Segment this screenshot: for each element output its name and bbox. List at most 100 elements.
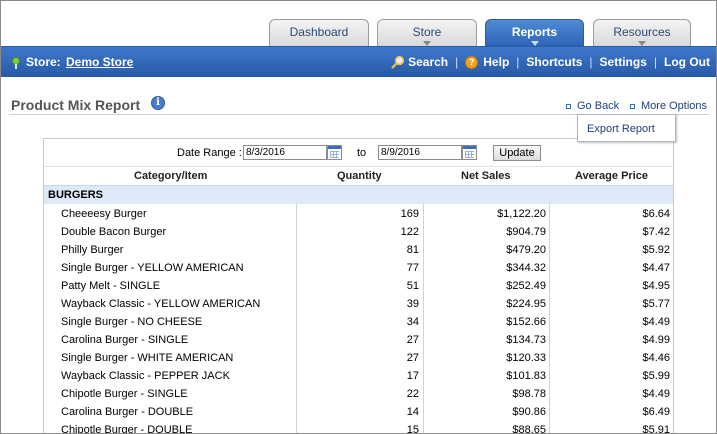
go-back-link[interactable]: Go Back xyxy=(566,100,619,112)
nav-links: Search | ? Help | Shortcuts | Settings |… xyxy=(391,55,710,69)
item-name: Double Bacon Burger xyxy=(61,226,167,238)
average-price-cell: $6.64 xyxy=(642,208,670,220)
start-date-input[interactable] xyxy=(243,145,327,160)
quantity-cell: 27 xyxy=(406,334,419,346)
table-row: Single Burger - YELLOW AMERICAN 77 $344.32… xyxy=(44,258,673,276)
item-name: Single Burger - NO CHEESE xyxy=(61,316,203,328)
bullet-square-icon xyxy=(630,103,635,109)
quantity-cell: 14 xyxy=(406,406,419,418)
item-name: Carolina Burger - SINGLE xyxy=(61,334,189,346)
info-icon[interactable]: i xyxy=(151,96,165,110)
category-label: BURGERS xyxy=(48,189,104,201)
average-price-cell: $4.46 xyxy=(642,352,670,364)
table-body: Cheeeesy Burger 169 $1,122.20 $6.64 Double B… xyxy=(44,204,673,434)
quantity-cell: 81 xyxy=(406,244,419,256)
quantity-cell: 122 xyxy=(400,226,419,238)
quantity-cell: 39 xyxy=(406,298,419,310)
table-row: Single Burger - NO CHEESE 34 $152.66 $4.49 xyxy=(44,312,673,330)
table-header: Category/Item Quantity Net Sales Average… xyxy=(44,166,673,185)
nav-divider: | xyxy=(589,55,593,69)
average-price-cell: $5.92 xyxy=(642,244,670,256)
table-row: Patty Melt - SINGLE 51 $252.49 $4.95 xyxy=(44,276,673,294)
table-row: Wayback Classic - PEPPER JACK 17 $101.83 $5… xyxy=(44,366,673,384)
tab-reports-label: Reports xyxy=(511,25,558,39)
help-link-label: Help xyxy=(483,55,510,69)
app-window: Dashboard Store Reports Resources Store:… xyxy=(0,0,717,434)
store-label: Store: xyxy=(26,55,61,69)
net-sales-cell: $252.49 xyxy=(506,280,546,292)
quantity-cell: 169 xyxy=(400,208,419,220)
table-row: Philly Burger 81 $479.20 $5.92 xyxy=(44,240,673,258)
average-price-cell: $4.99 xyxy=(642,334,670,346)
nav-divider: | xyxy=(653,55,658,69)
average-price-cell: $7.42 xyxy=(642,226,670,238)
date-range-label: Date Range : xyxy=(177,147,242,159)
search-link[interactable]: Search xyxy=(391,55,448,69)
tab-store[interactable]: Store xyxy=(377,19,477,47)
item-name: Wayback Classic - PEPPER JACK xyxy=(61,370,230,382)
update-button[interactable]: Update xyxy=(493,145,541,161)
table-row: Chipotle Burger - DOUBLE 15 $88.65 $5.91 xyxy=(44,420,673,434)
item-name: Philly Burger xyxy=(61,244,124,256)
end-date-input[interactable] xyxy=(378,145,462,160)
tab-dashboard[interactable]: Dashboard xyxy=(269,19,369,47)
average-price-cell: $4.95 xyxy=(642,280,670,292)
average-price-cell: $5.77 xyxy=(642,298,670,310)
net-sales-cell: $904.79 xyxy=(506,226,546,238)
settings-link[interactable]: Settings xyxy=(600,55,647,69)
item-name: Wayback Classic - YELLOW AMERICAN xyxy=(61,298,261,310)
quantity-cell: 51 xyxy=(406,280,419,292)
more-options-link[interactable]: More Options xyxy=(630,100,707,112)
table-row: Cheeeesy Burger 169 $1,122.20 $6.64 xyxy=(44,204,673,222)
table-row: Single Burger - WHITE AMERICAN 27 $120.33 $… xyxy=(44,348,673,366)
column-header: Quantity xyxy=(337,170,382,182)
tab-reports[interactable]: Reports xyxy=(485,19,584,47)
page-title: Product Mix Report xyxy=(11,97,141,113)
store-name-link[interactable]: Demo Store xyxy=(66,55,133,69)
net-sales-cell: $98.78 xyxy=(512,388,546,400)
column-header: Average Price xyxy=(575,170,648,182)
help-icon: ? xyxy=(465,55,479,69)
top-navbar: Store: Demo Store Search | ? Help | Shor… xyxy=(1,46,716,77)
store-pin-icon xyxy=(12,57,20,69)
net-sales-cell: $152.66 xyxy=(506,316,546,328)
average-price-cell: $5.91 xyxy=(642,424,670,434)
calendar-icon[interactable] xyxy=(462,145,477,160)
bullet-square-icon xyxy=(566,103,571,109)
net-sales-cell: $90.86 xyxy=(512,406,546,418)
tab-resources-label: Resources xyxy=(613,25,671,39)
report-panel: Date Range : to Update Category/Item Qua… xyxy=(43,138,674,434)
net-sales-cell: $88.65 xyxy=(512,424,546,434)
shortcuts-link[interactable]: Shortcuts xyxy=(526,55,582,69)
tab-dashboard-label: Dashboard xyxy=(289,25,349,39)
tab-bar: Dashboard Store Reports Resources xyxy=(1,1,716,47)
category-header: BURGERS xyxy=(44,185,673,204)
search-icon xyxy=(391,55,405,69)
net-sales-cell: $120.33 xyxy=(506,352,546,364)
average-price-cell: $4.49 xyxy=(642,388,670,400)
table-row: Wayback Classic - YELLOW AMERICAN 39 $224.… xyxy=(44,294,673,312)
table-row: Carolina Burger - DOUBLE 14 $90.86 $6.49 xyxy=(44,402,673,420)
date-range-row: Date Range : to Update xyxy=(44,139,673,165)
logout-link[interactable]: Log Out xyxy=(664,55,710,69)
item-name: Patty Melt - SINGLE xyxy=(61,280,161,292)
quantity-cell: 17 xyxy=(406,370,419,382)
net-sales-cell: $1,122.20 xyxy=(497,208,546,220)
quantity-cell: 34 xyxy=(406,316,419,328)
item-name: Chipotle Burger - DOUBLE xyxy=(61,424,193,434)
go-back-label: Go Back xyxy=(577,100,620,112)
help-link[interactable]: ? Help xyxy=(465,55,509,69)
average-price-cell: $4.49 xyxy=(642,316,670,328)
net-sales-cell: $224.95 xyxy=(506,298,546,310)
calendar-icon[interactable] xyxy=(327,145,342,160)
quantity-cell: 15 xyxy=(406,424,419,434)
to-label: to xyxy=(357,147,367,159)
tab-resources[interactable]: Resources xyxy=(593,19,691,47)
item-name: Carolina Burger - DOUBLE xyxy=(61,406,194,418)
more-options-label: More Options xyxy=(641,100,708,112)
table-row: Carolina Burger - SINGLE 27 $134.73 $4.99 xyxy=(44,330,673,348)
table-row: Chipotle Burger - SINGLE 22 $98.78 $4.49 xyxy=(44,384,673,402)
net-sales-cell: $479.20 xyxy=(506,244,546,256)
quantity-cell: 27 xyxy=(406,352,419,364)
export-report-menu-item[interactable]: Export Report xyxy=(577,114,676,142)
